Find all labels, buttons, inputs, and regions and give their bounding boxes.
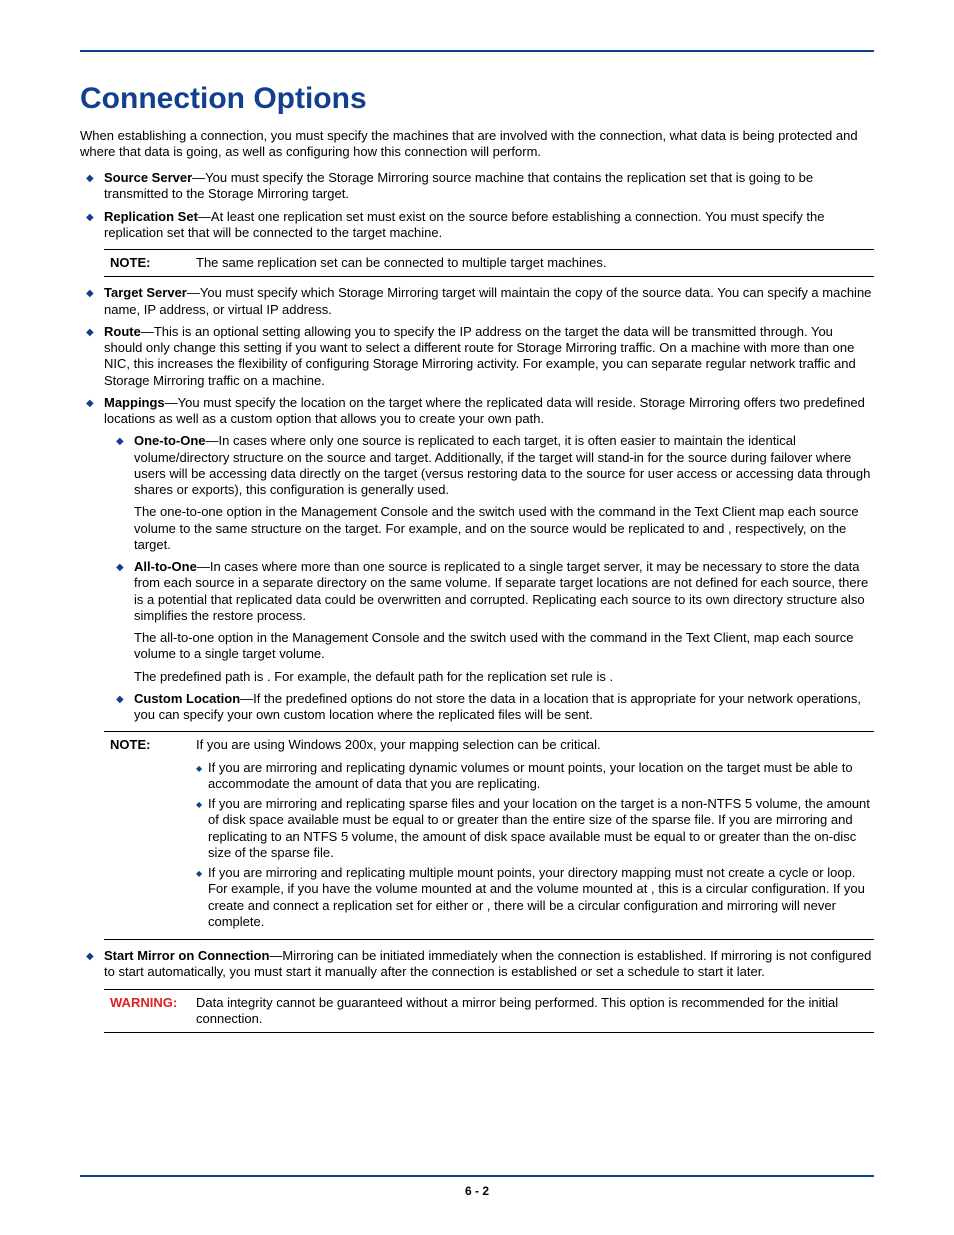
note2-bullet: ◆ If you are mirroring and replicating d…	[196, 760, 874, 793]
text: —This is an optional setting allowing yo…	[104, 324, 856, 388]
text: —If the predefined options do not store …	[134, 691, 861, 722]
warning-body: Data integrity cannot be guaranteed with…	[196, 995, 874, 1028]
diamond-icon: ◆	[86, 285, 104, 318]
all-to-one-p3: The predefined path is . For example, th…	[134, 669, 874, 685]
text: —At least one replication set must exist…	[104, 209, 824, 240]
diamond-icon: ◆	[196, 865, 208, 930]
label: Source Server	[104, 170, 192, 185]
page-title: Connection Options	[80, 80, 874, 118]
note2-b3: If you are mirroring and replicating mul…	[208, 865, 874, 930]
text: —In cases where only one source is repli…	[134, 433, 870, 497]
diamond-icon: ◆	[86, 209, 104, 242]
bullet-replication-set: ◆ Replication Set—At least one replicati…	[86, 209, 874, 242]
note-body: If you are using Windows 200x, your mapp…	[196, 737, 874, 934]
note-box-2: NOTE: If you are using Windows 200x, you…	[104, 731, 874, 940]
label: Custom Location	[134, 691, 240, 706]
bullet-custom-location: ◆ Custom Location—If the predefined opti…	[116, 691, 874, 724]
label: Mappings	[104, 395, 165, 410]
label: Start Mirror on Connection	[104, 948, 269, 963]
bullet-one-to-one: ◆ One-to-One—In cases where only one sou…	[116, 433, 874, 553]
all-to-one-p2: The all-to-one option in the Management …	[134, 630, 874, 663]
warning-box: WARNING: Data integrity cannot be guaran…	[104, 989, 874, 1034]
one-to-one-p2: The one-to-one option in the Management …	[134, 504, 874, 553]
note2-intro: If you are using Windows 200x, your mapp…	[196, 737, 874, 753]
bullet-target-server: ◆ Target Server—You must specify which S…	[86, 285, 874, 318]
text: —You must specify the Storage Mirroring …	[104, 170, 813, 201]
note-label: NOTE:	[104, 737, 196, 934]
bullet-start-mirror: ◆ Start Mirror on Connection—Mirroring c…	[86, 948, 874, 981]
mappings-children: ◆ One-to-One—In cases where only one sou…	[98, 433, 874, 723]
label: Route	[104, 324, 141, 339]
label: Replication Set	[104, 209, 198, 224]
label: Target Server	[104, 285, 187, 300]
warning-label: WARNING:	[104, 995, 196, 1028]
page-number: 6 - 2	[0, 1184, 954, 1199]
diamond-icon: ◆	[116, 559, 134, 685]
note-label: NOTE:	[104, 255, 196, 271]
note-box-1: NOTE: The same replication set can be co…	[104, 249, 874, 277]
diamond-icon: ◆	[86, 324, 104, 389]
top-rule	[80, 50, 874, 52]
diamond-icon: ◆	[116, 433, 134, 553]
document-page: Connection Options When establishing a c…	[0, 0, 954, 1235]
main-bullets: ◆ Source Server—You must specify the Sto…	[86, 170, 874, 1033]
note-body: The same replication set can be connecte…	[196, 255, 874, 271]
label: All-to-One	[134, 559, 197, 574]
note2-bullet: ◆ If you are mirroring and replicating s…	[196, 796, 874, 861]
bullet-route: ◆ Route—This is an optional setting allo…	[86, 324, 874, 389]
intro-paragraph: When establishing a connection, you must…	[80, 128, 874, 161]
diamond-icon: ◆	[86, 948, 104, 981]
diamond-icon: ◆	[86, 395, 104, 428]
bullet-source-server: ◆ Source Server—You must specify the Sto…	[86, 170, 874, 203]
text: —You must specify the location on the ta…	[104, 395, 865, 426]
bullet-mappings: ◆ Mappings—You must specify the location…	[86, 395, 874, 428]
note2-b1: If you are mirroring and replicating dyn…	[208, 760, 874, 793]
note2-b2: If you are mirroring and replicating spa…	[208, 796, 874, 861]
label: One-to-One	[134, 433, 206, 448]
diamond-icon: ◆	[196, 796, 208, 861]
footer-rule	[80, 1175, 874, 1177]
bullet-all-to-one: ◆ All-to-One—In cases where more than on…	[116, 559, 874, 685]
text: —In cases where more than one source is …	[134, 559, 868, 623]
text: —You must specify which Storage Mirrorin…	[104, 285, 871, 316]
diamond-icon: ◆	[116, 691, 134, 724]
diamond-icon: ◆	[86, 170, 104, 203]
note2-bullet: ◆ If you are mirroring and replicating m…	[196, 865, 874, 930]
diamond-icon: ◆	[196, 760, 208, 793]
